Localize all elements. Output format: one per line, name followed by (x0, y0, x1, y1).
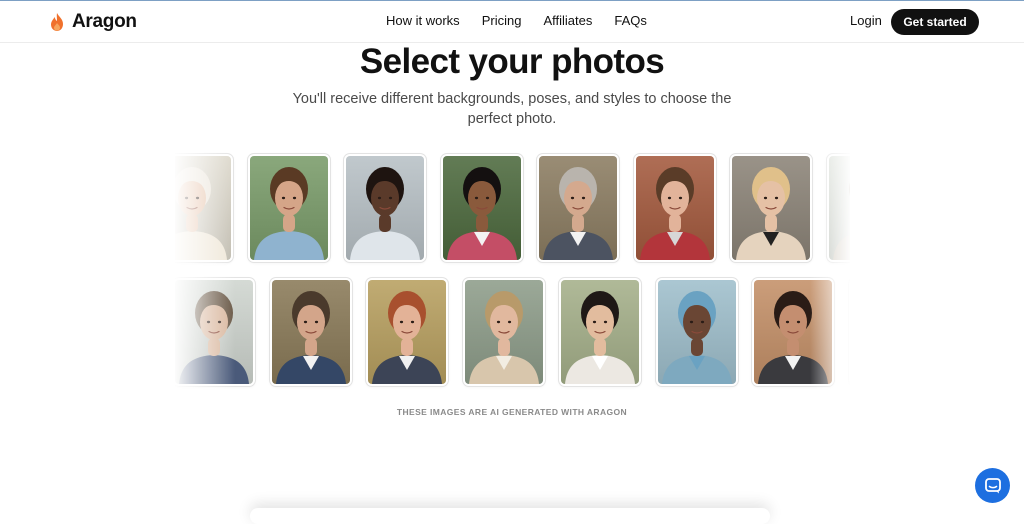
portrait-image (346, 156, 424, 260)
portrait-image (442, 156, 521, 260)
portrait-card[interactable] (633, 154, 716, 262)
portrait-card[interactable] (462, 278, 545, 386)
login-link[interactable]: Login (850, 13, 882, 28)
ai-generated-note: THESE IMAGES ARE AI GENERATED WITH ARAGO… (396, 407, 628, 417)
chat-button[interactable] (975, 468, 1010, 503)
brand-logo[interactable]: Aragon (48, 11, 137, 33)
portrait-image (368, 280, 446, 384)
brand-name: Aragon (72, 11, 137, 32)
page-title: Select your photos (359, 42, 665, 81)
portrait-card[interactable] (559, 278, 641, 386)
portrait-card[interactable] (366, 278, 448, 386)
portrait-image (657, 280, 736, 384)
main-nav: How it works Pricing Affiliates FAQs (386, 13, 647, 28)
portrait-card[interactable] (247, 154, 330, 262)
gallery-fade-right (810, 150, 850, 420)
flame-icon (51, 13, 63, 31)
page-subtitle: You'll receive different backgrounds, po… (292, 91, 732, 127)
nav-pricing[interactable]: Pricing (482, 13, 522, 28)
portrait-image (635, 156, 714, 260)
get-started-button[interactable]: Get started (891, 9, 979, 35)
portrait-card[interactable] (440, 154, 523, 262)
portrait-card[interactable] (730, 154, 812, 262)
portrait-card[interactable] (537, 154, 619, 262)
portrait-image (249, 156, 328, 260)
portrait-image (732, 156, 810, 260)
portrait-image (561, 280, 639, 384)
gallery-fade-left (175, 150, 235, 420)
photo-gallery (175, 150, 850, 420)
portrait-image (464, 280, 543, 384)
nav-faqs[interactable]: FAQs (614, 13, 647, 28)
chat-bubble-icon (984, 477, 1001, 493)
portrait-card[interactable] (655, 278, 738, 386)
portrait-card[interactable] (269, 278, 352, 386)
portrait-image (271, 280, 350, 384)
nav-how-it-works[interactable]: How it works (386, 13, 460, 28)
portrait-card[interactable] (344, 154, 426, 262)
bottom-panel-edge (250, 508, 770, 524)
nav-affiliates[interactable]: Affiliates (543, 13, 592, 28)
site-header: Aragon How it works Pricing Affiliates F… (0, 1, 1024, 43)
portrait-image (539, 156, 617, 260)
